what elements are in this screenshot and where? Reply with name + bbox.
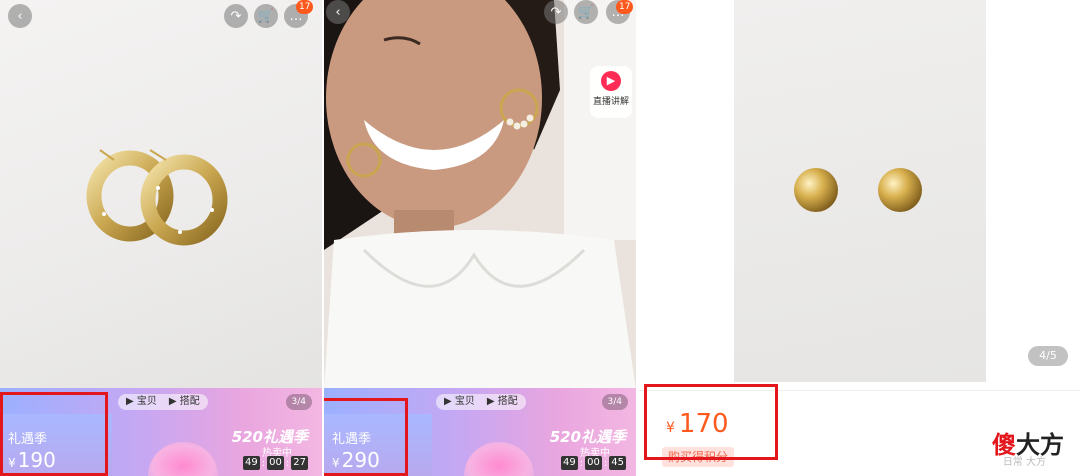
image-counter: 3/4 <box>601 394 628 410</box>
countdown-seconds: 45 <box>609 456 626 470</box>
countdown-minutes: 00 <box>267 456 284 470</box>
stud-earrings-image <box>794 168 922 212</box>
highlight-box <box>324 398 408 476</box>
countdown-seconds: 27 <box>291 456 308 470</box>
model-photo-image <box>324 0 636 390</box>
tab-switcher: ▶ 宝贝 ▶ 搭配 <box>118 394 208 410</box>
countdown-timer: 49: 00: 45 <box>561 456 626 470</box>
watermark-subtext: 日常 大方 <box>1002 457 1046 468</box>
countdown-timer: 49: 00: 27 <box>243 456 308 470</box>
tab-match[interactable]: ▶ 搭配 <box>169 394 200 410</box>
hoop-earrings-image <box>86 149 228 246</box>
heart-decoration <box>464 442 534 476</box>
chevron-left-icon: ‹ <box>335 4 341 20</box>
countdown-hours: 49 <box>243 456 260 470</box>
tab-product[interactable]: ▶ 宝贝 <box>444 394 475 410</box>
share-button[interactable]: ↷ <box>224 4 248 28</box>
cart-icon: 🛒 <box>577 4 595 20</box>
share-button[interactable]: ↷ <box>544 0 568 24</box>
cart-button[interactable]: 🛒 <box>254 4 278 28</box>
product-panel-hoop: ‹ ↷ 🛒 … 17 ▶ 宝贝 ▶ 搭配 3/4 礼遇季 ¥190 520礼遇季… <box>0 0 322 476</box>
comparison-screenshot: ‹ ↷ 🛒 … 17 ▶ 宝贝 ▶ 搭配 3/4 礼遇季 ¥190 520礼遇季… <box>0 0 1080 476</box>
notification-badge: 17 <box>616 0 634 14</box>
product-panel-studs: 4/5 ¥170 购买得积分 傻大方 日常 大方 <box>638 0 1080 476</box>
highlight-box <box>644 384 778 460</box>
image-counter: 3/4 <box>285 394 312 410</box>
chevron-left-icon: ‹ <box>17 8 23 24</box>
live-icon: ▶ <box>601 71 621 91</box>
live-label: 直播讲解 <box>592 97 629 107</box>
share-icon: ↷ <box>230 8 242 24</box>
share-icon: ↷ <box>550 4 562 20</box>
tab-switcher: ▶ 宝贝 ▶ 搭配 <box>436 394 526 410</box>
tab-match[interactable]: ▶ 搭配 <box>487 394 518 410</box>
notification-badge: 17 <box>296 0 314 14</box>
cart-button[interactable]: 🛒 <box>574 0 598 24</box>
highlight-box <box>0 392 108 476</box>
image-counter: 4/5 <box>1028 346 1068 366</box>
live-explain-button[interactable]: ▶ 直播讲解 <box>590 66 632 118</box>
product-photo[interactable] <box>734 0 986 382</box>
back-button[interactable]: ‹ <box>326 0 350 24</box>
countdown-hours: 49 <box>561 456 578 470</box>
cart-icon: 🛒 <box>257 8 275 24</box>
product-photo[interactable] <box>324 0 636 390</box>
product-panel-model: ‹ ↷ 🛒 … 17 ▶ 直播讲解 ▶ 宝贝 ▶ 搭配 3/4 礼遇季 ¥290… <box>324 0 636 476</box>
tab-product[interactable]: ▶ 宝贝 <box>126 394 157 410</box>
countdown-minutes: 00 <box>585 456 602 470</box>
product-photo[interactable] <box>0 0 322 390</box>
back-button[interactable]: ‹ <box>8 4 32 28</box>
heart-decoration <box>148 442 218 476</box>
